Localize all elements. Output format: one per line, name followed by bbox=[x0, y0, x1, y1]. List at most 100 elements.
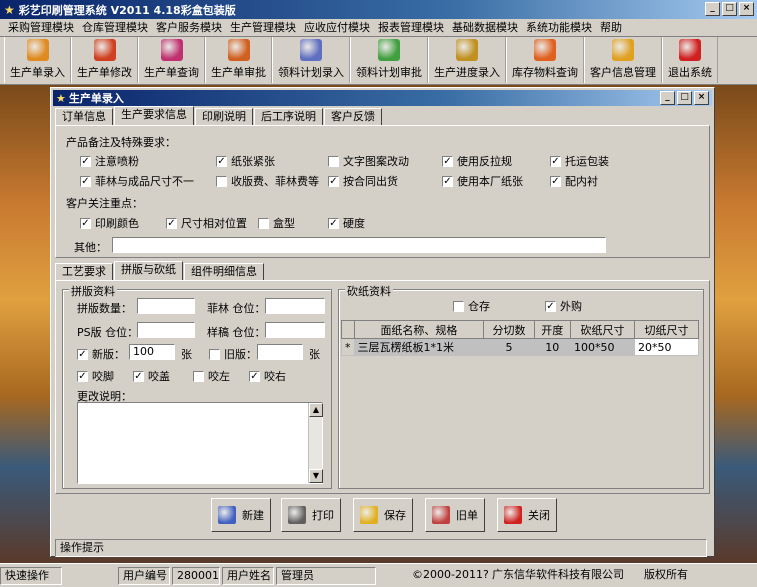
requirement-checkbox-r1-2[interactable]: 文字图案改动 bbox=[328, 153, 409, 169]
requirement-checkbox-r1-3[interactable]: ✓ 使用反拉规 bbox=[442, 153, 512, 169]
column-header[interactable]: 砍纸尺寸 bbox=[569, 320, 635, 339]
column-header[interactable]: 切纸尺寸 bbox=[633, 320, 700, 339]
subtab-process[interactable]: 工艺要求 bbox=[55, 263, 113, 280]
tab-customer-feedback[interactable]: 客户反馈 bbox=[324, 108, 382, 125]
other-input[interactable] bbox=[112, 237, 606, 253]
focus-checkbox-1-box[interactable]: ✓ bbox=[166, 217, 177, 229]
toolbar-button-3[interactable]: 生产单审批 bbox=[205, 37, 272, 83]
new-plate-box[interactable]: ✓ bbox=[77, 348, 88, 360]
requirement-checkbox-r2-4-box[interactable]: ✓ bbox=[550, 175, 561, 187]
layout-count-input[interactable] bbox=[137, 298, 195, 314]
focus-checkbox-0[interactable]: ✓ 印刷颜色 bbox=[80, 215, 139, 231]
focus-checkbox-3-box[interactable]: ✓ bbox=[328, 217, 339, 229]
menu-production[interactable]: 生产管理模块 bbox=[226, 20, 300, 36]
toolbar-button-9[interactable]: 退出系统 bbox=[662, 37, 718, 83]
old-plate-box[interactable] bbox=[209, 348, 220, 360]
toolbar-button-7[interactable]: 库存物料查询 bbox=[506, 37, 584, 83]
subtab-layout-cutting[interactable]: 拼版与砍纸 bbox=[114, 261, 183, 280]
table-row[interactable]: * 三层瓦楞纸板1*1米 5 10 100*50 20*50 bbox=[341, 338, 700, 356]
requirement-checkbox-r2-4[interactable]: ✓ 配内衬 bbox=[550, 173, 598, 189]
stock-checkbox[interactable]: 仓存 bbox=[453, 298, 490, 314]
menu-basic-data[interactable]: 基础数据模块 bbox=[448, 20, 522, 36]
requirement-checkbox-r1-0-box[interactable]: ✓ bbox=[80, 155, 91, 167]
toolbar-button-5[interactable]: 领料计划审批 bbox=[350, 37, 428, 83]
focus-checkbox-2-box[interactable] bbox=[258, 217, 269, 229]
focus-checkbox-2[interactable]: 盒型 bbox=[258, 215, 295, 231]
menu-help[interactable]: 帮助 bbox=[596, 20, 626, 36]
toolbar-button-8[interactable]: 客户信息管理 bbox=[584, 37, 662, 83]
old-plate-checkbox[interactable]: 旧版： bbox=[209, 346, 257, 362]
bite-checkbox-2[interactable]: 咬左 bbox=[193, 368, 230, 384]
open-cell[interactable]: 10 bbox=[533, 338, 571, 356]
requirement-checkbox-r1-0[interactable]: ✓ 注意喷粉 bbox=[80, 153, 139, 169]
tab-post-process[interactable]: 后工序说明 bbox=[254, 108, 323, 125]
tab-production-requirements[interactable]: 生产要求信息 bbox=[114, 106, 194, 125]
outsource-checkbox[interactable]: ✓ 外购 bbox=[545, 298, 582, 314]
status-quick[interactable]: 快速操作 bbox=[0, 566, 62, 585]
outsource-box[interactable]: ✓ bbox=[545, 300, 556, 312]
tab-print-notes[interactable]: 印刷说明 bbox=[195, 108, 253, 125]
requirement-checkbox-r2-1[interactable]: 收版费、菲林费等 bbox=[216, 173, 319, 189]
sample-location-input[interactable] bbox=[265, 322, 325, 338]
cuts-cell[interactable]: 5 bbox=[483, 338, 535, 356]
close-window-button[interactable]: × bbox=[739, 2, 754, 16]
requirement-checkbox-r2-2[interactable]: ✓ 按合同出货 bbox=[328, 173, 398, 189]
child-minimize-button[interactable]: _ bbox=[660, 91, 675, 105]
action-button-1[interactable]: 打印 bbox=[281, 498, 341, 532]
bite-checkbox-1-box[interactable]: ✓ bbox=[133, 370, 144, 382]
focus-checkbox-3[interactable]: ✓ 硬度 bbox=[328, 215, 365, 231]
cut-size-cell[interactable]: 100*50 bbox=[569, 338, 635, 356]
change-notes-textarea[interactable]: ▲ ▼ bbox=[77, 402, 323, 484]
requirement-checkbox-r2-3-box[interactable]: ✓ bbox=[442, 175, 453, 187]
focus-checkbox-1[interactable]: ✓ 尺寸相对位置 bbox=[166, 215, 247, 231]
action-button-2[interactable]: 保存 bbox=[353, 498, 413, 532]
child-maximize-button[interactable]: □ bbox=[677, 91, 692, 105]
requirement-checkbox-r2-1-box[interactable] bbox=[216, 175, 227, 187]
trim-size-cell[interactable]: 20*50 bbox=[633, 338, 700, 356]
maximize-button[interactable]: □ bbox=[722, 2, 737, 16]
child-close-button[interactable]: × bbox=[694, 91, 709, 105]
bite-checkbox-3[interactable]: ✓ 咬右 bbox=[249, 368, 286, 384]
minimize-button[interactable]: _ bbox=[705, 2, 720, 16]
new-plate-checkbox[interactable]: ✓ 新版： bbox=[77, 346, 125, 362]
old-plate-input[interactable] bbox=[257, 344, 303, 360]
bite-checkbox-3-box[interactable]: ✓ bbox=[249, 370, 260, 382]
requirement-checkbox-r1-4-box[interactable]: ✓ bbox=[550, 155, 561, 167]
column-header[interactable]: 面纸名称、规格 bbox=[353, 320, 485, 339]
requirement-checkbox-r2-2-box[interactable]: ✓ bbox=[328, 175, 339, 187]
toolbar-button-6[interactable]: 生产进度录入 bbox=[428, 37, 506, 83]
requirement-checkbox-r2-0[interactable]: ✓ 菲林与成品尺寸不一 bbox=[80, 173, 194, 189]
action-button-3[interactable]: 旧单 bbox=[425, 498, 485, 532]
action-button-0[interactable]: 新建 bbox=[211, 498, 271, 532]
toolbar-button-1[interactable]: 生产单修改 bbox=[71, 37, 138, 83]
requirement-checkbox-r2-3[interactable]: ✓ 使用本厂纸张 bbox=[442, 173, 523, 189]
bite-checkbox-0-box[interactable]: ✓ bbox=[77, 370, 88, 382]
scroll-down-button[interactable]: ▼ bbox=[309, 469, 323, 483]
scroll-up-button[interactable]: ▲ bbox=[309, 403, 323, 417]
requirement-checkbox-r1-1[interactable]: ✓ 纸张紧张 bbox=[216, 153, 275, 169]
bite-checkbox-1[interactable]: ✓ 咬盖 bbox=[133, 368, 170, 384]
film-location-input[interactable] bbox=[265, 298, 325, 314]
menu-purchase[interactable]: 采购管理模块 bbox=[4, 20, 78, 36]
requirement-checkbox-r2-0-box[interactable]: ✓ bbox=[80, 175, 91, 187]
menu-customer-service[interactable]: 客户服务模块 bbox=[152, 20, 226, 36]
menu-accounts[interactable]: 应收应付模块 bbox=[300, 20, 374, 36]
menu-warehouse[interactable]: 仓库管理模块 bbox=[78, 20, 152, 36]
focus-checkbox-0-box[interactable]: ✓ bbox=[80, 217, 91, 229]
new-plate-input[interactable]: 100 bbox=[129, 344, 175, 360]
subtab-components[interactable]: 组件明细信息 bbox=[184, 263, 264, 280]
requirement-checkbox-r1-3-box[interactable]: ✓ bbox=[442, 155, 453, 167]
toolbar-button-0[interactable]: 生产单录入 bbox=[4, 37, 71, 83]
toolbar-button-4[interactable]: 领料计划录入 bbox=[272, 37, 350, 83]
action-button-4[interactable]: 关闭 bbox=[497, 498, 557, 532]
ps-location-input[interactable] bbox=[137, 322, 195, 338]
bite-checkbox-0[interactable]: ✓ 咬脚 bbox=[77, 368, 114, 384]
column-header[interactable]: 开度 bbox=[533, 320, 571, 339]
bite-checkbox-2-box[interactable] bbox=[193, 370, 204, 382]
tab-order-info[interactable]: 订单信息 bbox=[55, 108, 113, 125]
column-header[interactable]: 分切数 bbox=[483, 320, 535, 339]
stock-box[interactable] bbox=[453, 300, 464, 312]
requirement-checkbox-r1-2-box[interactable] bbox=[328, 155, 339, 167]
menu-reports[interactable]: 报表管理模块 bbox=[374, 20, 448, 36]
toolbar-button-2[interactable]: 生产单查询 bbox=[138, 37, 205, 83]
